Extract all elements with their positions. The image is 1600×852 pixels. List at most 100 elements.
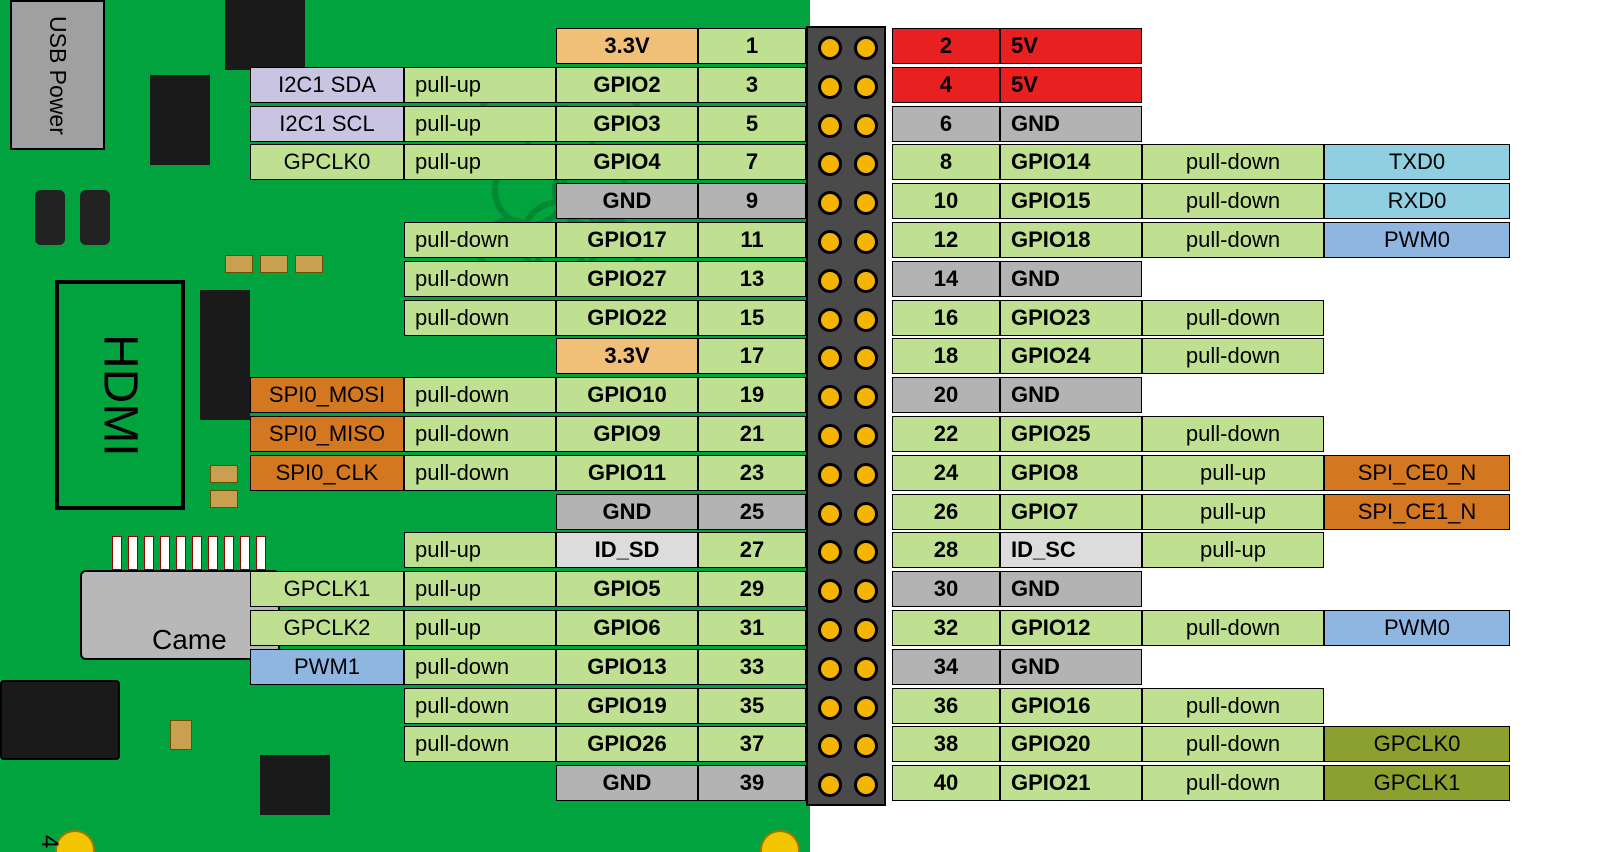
gpio-header: [806, 26, 886, 806]
pin-alt: I2C1 SDA: [250, 67, 404, 103]
header-pin: [818, 36, 842, 60]
pin-number: 34: [892, 649, 1000, 685]
pin-number: 30: [892, 571, 1000, 607]
header-pin: [818, 696, 842, 720]
pin-name: GPIO11: [556, 455, 698, 491]
pin-number: 11: [698, 222, 806, 258]
header-pin: [818, 308, 842, 332]
pin-name: GPIO16: [1000, 688, 1142, 724]
pin-name: GND: [1000, 649, 1142, 685]
chip-icon: [150, 75, 210, 165]
header-pin: [818, 385, 842, 409]
pin-number: 9: [698, 183, 806, 219]
pin-name: GPIO12: [1000, 610, 1142, 646]
header-pin: [854, 696, 878, 720]
pin-number: 32: [892, 610, 1000, 646]
pin-pull: pull-down: [404, 455, 556, 491]
pin-number: 25: [698, 494, 806, 530]
pin-name: GPIO6: [556, 610, 698, 646]
pin-number: 6: [892, 106, 1000, 142]
pin-pull: pull-down: [404, 222, 556, 258]
chip-icon: [225, 0, 305, 70]
pin-name: GPIO21: [1000, 765, 1142, 801]
pin-number: 13: [698, 261, 806, 297]
pin-name: GND: [1000, 377, 1142, 413]
header-pin: [854, 385, 878, 409]
header-pin: [854, 308, 878, 332]
pin-alt: I2C1 SCL: [250, 106, 404, 142]
pin-alt: PWM0: [1324, 222, 1510, 258]
pin-number: 1: [698, 28, 806, 64]
header-pin: [818, 346, 842, 370]
header-pin: [854, 734, 878, 758]
chip-icon: [260, 755, 330, 815]
pin-number: 18: [892, 338, 1000, 374]
pin-number: 35: [698, 688, 806, 724]
smd-icon: [210, 465, 238, 483]
pin-pull: pull-down: [1142, 416, 1324, 452]
pin-name: GND: [556, 183, 698, 219]
pin-alt: SPI0_MOSI: [250, 377, 404, 413]
header-pin: [854, 618, 878, 642]
header-pin: [818, 502, 842, 526]
smd-icon: [225, 255, 253, 273]
pin-number: 7: [698, 144, 806, 180]
pin-number: 5: [698, 106, 806, 142]
audio-jack: [0, 680, 120, 760]
pin-number: 22: [892, 416, 1000, 452]
header-pin: [818, 230, 842, 254]
pin-name: GND: [1000, 571, 1142, 607]
pin-number: 24: [892, 455, 1000, 491]
smd-icon: [170, 720, 192, 750]
pin-number: 20: [892, 377, 1000, 413]
pin-pull: pull-down: [404, 261, 556, 297]
pin-pull: pull-down: [404, 649, 556, 685]
pin-name: GPIO23: [1000, 300, 1142, 336]
pin-name: ID_SC: [1000, 532, 1142, 568]
pin-alt: RXD0: [1324, 183, 1510, 219]
pin-name: GND: [1000, 106, 1142, 142]
pin-number: 21: [698, 416, 806, 452]
pin-name: GPIO24: [1000, 338, 1142, 374]
pin-pull: pull-up: [404, 571, 556, 607]
header-pin: [818, 773, 842, 797]
pin-alt: SPI0_CLK: [250, 455, 404, 491]
pin-name: GPIO22: [556, 300, 698, 336]
pin-name: GPIO13: [556, 649, 698, 685]
header-pin: [818, 734, 842, 758]
smd-icon: [210, 490, 238, 508]
header-pin: [818, 424, 842, 448]
pin-pull: pull-down: [404, 688, 556, 724]
pin-number: 4: [892, 67, 1000, 103]
pin-pull: pull-down: [1142, 144, 1324, 180]
pin-name: GPIO27: [556, 261, 698, 297]
pin-pull: pull-down: [1142, 300, 1324, 336]
pin-number: 31: [698, 610, 806, 646]
pin-pull: pull-up: [1142, 532, 1324, 568]
pin-name: GPIO25: [1000, 416, 1142, 452]
header-pin: [854, 36, 878, 60]
pin-pull: pull-down: [1142, 765, 1324, 801]
header-pin: [854, 152, 878, 176]
pin-number: 2: [892, 28, 1000, 64]
header-pin: [818, 191, 842, 215]
pin-pull: pull-down: [1142, 183, 1324, 219]
pin-alt: GPCLK0: [1324, 726, 1510, 762]
pin-pull: pull-up: [404, 532, 556, 568]
pin-name: GPIO8: [1000, 455, 1142, 491]
pin-name: GPIO2: [556, 67, 698, 103]
pin-name: ID_SD: [556, 532, 698, 568]
pin-pull: pull-up: [404, 67, 556, 103]
pin-name: GPIO5: [556, 571, 698, 607]
pin-number: 14: [892, 261, 1000, 297]
pin-number: 28: [892, 532, 1000, 568]
pin-number: 12: [892, 222, 1000, 258]
pin-name: GPIO4: [556, 144, 698, 180]
pin-pull: pull-down: [404, 416, 556, 452]
pin-pull: pull-down: [1142, 222, 1324, 258]
header-pin: [854, 114, 878, 138]
pin-number: 17: [698, 338, 806, 374]
pin-number: 19: [698, 377, 806, 413]
pin-pull: pull-down: [1142, 338, 1324, 374]
hdmi-connector: HDMI: [55, 280, 185, 510]
